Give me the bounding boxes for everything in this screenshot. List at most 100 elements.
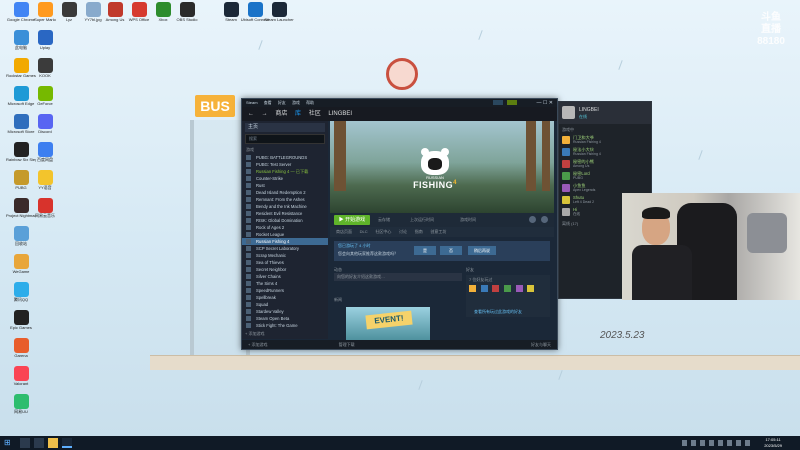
game-title: Rust (256, 183, 265, 188)
library-game-item[interactable]: PUBG: Test Server (242, 161, 328, 168)
library-game-item[interactable]: Stardew Valley (242, 308, 328, 315)
library-game-item[interactable]: SCP Secret Laboratory (242, 245, 328, 252)
library-game-item[interactable]: PUBG: BATTLEGROUNDS (242, 154, 328, 161)
friend-status: 在线 (573, 212, 580, 216)
add-game-button[interactable]: + 添加游戏 (245, 331, 264, 337)
menu-friends[interactable]: 好友 (278, 100, 286, 105)
back-icon[interactable]: ← (248, 111, 254, 117)
library-game-item[interactable]: Rust (242, 182, 328, 189)
desktop-icon[interactable]: 百度网盘 (30, 142, 60, 170)
downloads-link[interactable]: 管理下载 (339, 342, 355, 347)
steam-taskbar-icon[interactable] (62, 438, 72, 448)
desktop-icon[interactable]: YY语音 (30, 170, 60, 198)
friend-row[interactable]: 门卫和大爷 Russian Fishing 4 (559, 134, 651, 146)
review-no-button[interactable]: 否 (440, 246, 462, 255)
review-yes-button[interactable]: 是 (414, 246, 436, 255)
add-game-footer[interactable]: + 添加游戏 (248, 342, 267, 347)
nav-community[interactable]: 社区 (309, 111, 321, 117)
info-icon[interactable] (529, 216, 536, 223)
friend-avatar[interactable] (515, 285, 523, 292)
forward-icon[interactable]: → (262, 111, 268, 117)
search-icon[interactable] (20, 438, 30, 448)
desktop-icon[interactable]: OBS Studio (172, 2, 202, 30)
tab-guides[interactable]: 指南 (415, 229, 423, 234)
library-category[interactable]: 游戏 (242, 146, 328, 154)
library-game-item[interactable]: Stick Fight: The Game (242, 322, 328, 329)
library-game-item[interactable]: RISK: Global Domination (242, 217, 328, 224)
library-game-item[interactable]: Secret Neighbor (242, 266, 328, 273)
nav-library[interactable]: 库 (295, 111, 301, 117)
wallet-badge[interactable] (507, 100, 517, 105)
friends-section-ingame[interactable]: 游戏中 (559, 124, 651, 134)
user-status[interactable]: 在线 (579, 114, 587, 120)
desktop-icon[interactable]: GeForce (30, 86, 60, 114)
news-event-image[interactable]: EVENT! (346, 307, 430, 341)
friend-row[interactable]: 秘法小大伙 Russian Fishing 4 (559, 146, 651, 158)
library-game-item[interactable]: Resident Evil Resistance (242, 210, 328, 217)
user-avatar[interactable] (562, 106, 575, 119)
tab-store-page[interactable]: 商店页面 (336, 229, 352, 234)
library-game-item[interactable]: Spellbreak (242, 294, 328, 301)
library-game-item[interactable]: Bendy and the Ink Machine (242, 203, 328, 210)
desktop-icon[interactable]: 网易云音乐 (30, 198, 60, 226)
friend-avatar[interactable] (469, 285, 476, 292)
friends-chat-link[interactable]: 好友与聊天 (531, 340, 551, 349)
desktop-icon[interactable]: WeGame (6, 254, 36, 282)
library-game-item[interactable]: Squad (242, 301, 328, 308)
clock[interactable]: 17:05:11 2023/5/29 (764, 437, 782, 449)
file-explorer-icon[interactable] (48, 438, 58, 448)
friend-row[interactable]: 秘密的小熊 Among Us (559, 158, 651, 170)
desktop-icon[interactable]: Garena (6, 338, 36, 366)
friend-avatar[interactable] (480, 285, 488, 292)
desktop-icon[interactable]: Uplay (30, 30, 60, 58)
tab-workshop[interactable]: 创意工坊 (430, 229, 446, 234)
desktop-icon[interactable]: 网易UU (6, 394, 36, 422)
tab-discussions[interactable]: 讨论 (399, 229, 407, 234)
play-button[interactable]: ▶ 开始游戏 (334, 215, 370, 225)
library-game-item[interactable]: Scrap Mechanic (242, 252, 328, 259)
friend-avatar[interactable] (492, 285, 500, 292)
tab-community-hub[interactable]: 社区中心 (375, 229, 391, 234)
friend-row[interactable]: 秘密Lord PUBG (559, 170, 651, 182)
library-game-item[interactable]: Dead Island Redemption 2 (242, 189, 328, 196)
desktop-icon[interactable]: 腾讯QQ (6, 282, 36, 310)
activity-comment-input[interactable]: 向您的好友介绍这款游戏… (334, 273, 462, 281)
desktop-icon[interactable]: KOOK (30, 58, 60, 86)
library-game-item[interactable]: Rock of Ages 2 (242, 224, 328, 231)
nav-profile[interactable]: LINGBEI (328, 111, 352, 117)
library-game-item[interactable]: Steam Open Beta (242, 315, 328, 322)
menu-steam[interactable]: Steam (246, 100, 258, 105)
library-game-item[interactable]: SpeedRunners (242, 287, 328, 294)
desktop-icon[interactable]: 回收站 (6, 226, 36, 254)
user-name[interactable]: LINGBEI (579, 107, 599, 113)
library-game-item[interactable]: Russian Fishing 4 (242, 238, 328, 245)
desktop-icon[interactable]: Steam Launcher (264, 2, 294, 30)
review-later-button[interactable]: 稍后再说 (468, 246, 496, 255)
menu-view[interactable]: 查看 (264, 100, 272, 105)
system-tray[interactable] (682, 440, 752, 446)
library-game-item[interactable]: Rocket League (242, 231, 328, 238)
library-home-button[interactable]: 主页 (245, 123, 325, 132)
library-game-item[interactable]: Remnant: From the Ashes (242, 196, 328, 203)
friend-avatar[interactable] (527, 285, 535, 292)
library-game-item[interactable]: Russian Fishing 4 — 已下载 (242, 168, 328, 175)
settings-gear-icon[interactable] (541, 216, 548, 223)
library-game-item[interactable]: The Sims 4 (242, 280, 328, 287)
desktop-icon[interactable]: Valorant (6, 366, 36, 394)
library-game-item[interactable]: Counter-Strike (242, 175, 328, 182)
library-game-item[interactable]: Silver Chains (242, 273, 328, 280)
desktop-icon[interactable]: Epic Games (6, 310, 36, 338)
menu-help[interactable]: 帮助 (306, 100, 314, 105)
desktop-icon[interactable]: Discord (30, 114, 60, 142)
task-view-icon[interactable] (34, 438, 44, 448)
friend-avatar[interactable] (504, 285, 512, 292)
view-all-friends-link[interactable]: 查看所有玩过此游戏的好友 (474, 309, 522, 315)
library-search-input[interactable]: 搜索 (245, 134, 325, 144)
notification-icon[interactable] (493, 100, 503, 105)
tab-dlc[interactable]: DLC (360, 229, 368, 234)
menu-games[interactable]: 游戏 (292, 100, 300, 105)
nav-store[interactable]: 商店 (275, 111, 287, 117)
library-game-item[interactable]: Sea of Thieves (242, 259, 328, 266)
windows-start-icon[interactable]: ⊞ (4, 438, 14, 448)
window-controls[interactable]: — ☐ ✕ (537, 100, 553, 106)
